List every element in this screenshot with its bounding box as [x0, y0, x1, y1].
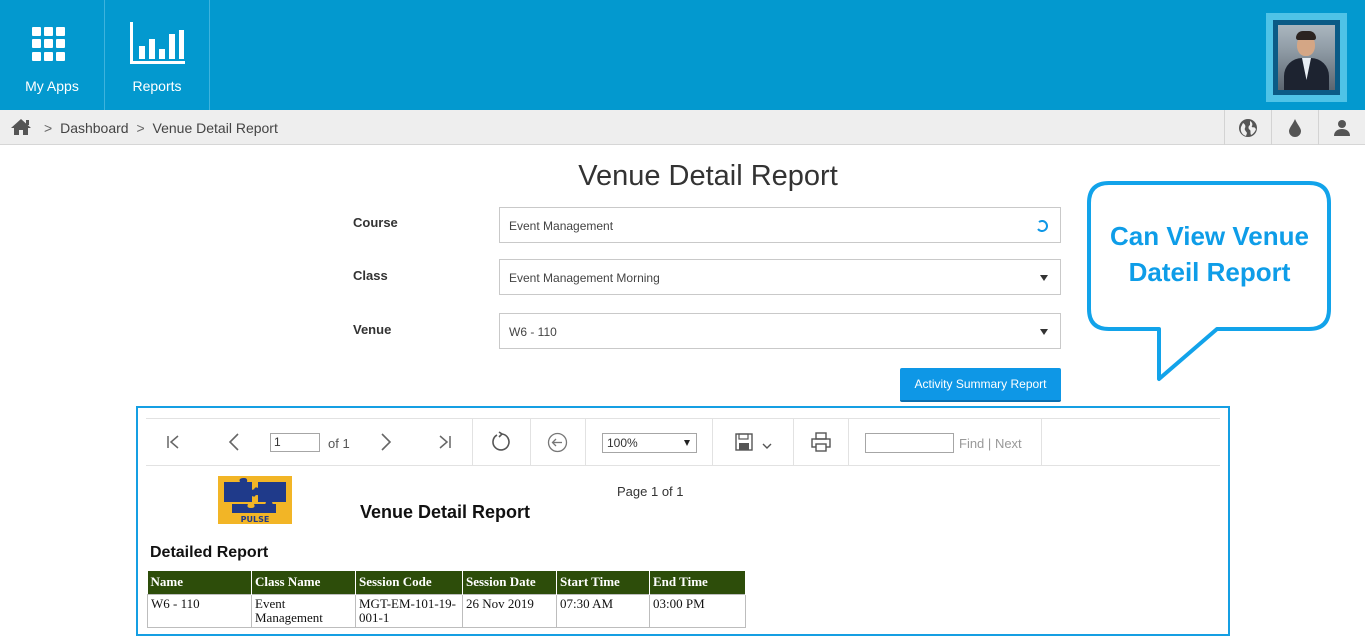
report-section-title: Detailed Report: [150, 544, 269, 561]
class-label: Class: [353, 268, 388, 283]
pulse-logo: PULSE: [218, 476, 292, 524]
my-apps-label: My Apps: [25, 78, 79, 94]
find-input[interactable]: [865, 433, 954, 453]
print-icon[interactable]: [811, 432, 831, 452]
column-header: Class Name: [251, 571, 356, 594]
last-page-icon[interactable]: [436, 435, 452, 449]
breadcrumb: > Dashboard > Venue Detail Report: [40, 120, 278, 136]
zoom-select[interactable]: 100%: [602, 433, 697, 453]
my-apps-button[interactable]: My Apps: [0, 0, 105, 110]
svg-text:PULSE: PULSE: [241, 515, 270, 524]
home-icon[interactable]: [10, 118, 32, 136]
chevron-down-icon: [1040, 329, 1048, 335]
report-toolbar: 1 of 1 100% Find | Next: [146, 418, 1220, 466]
theme-button[interactable]: [1271, 110, 1318, 145]
first-page-icon[interactable]: [166, 435, 182, 449]
top-bar: My Apps Reports: [0, 0, 1365, 110]
back-icon[interactable]: [547, 432, 568, 453]
profile-button[interactable]: [1318, 110, 1365, 145]
reports-button[interactable]: Reports: [105, 0, 210, 110]
chevron-down-icon: [684, 440, 690, 446]
page-number-input[interactable]: 1: [270, 433, 320, 452]
report-viewer: 1 of 1 100% Find | Next PULSE Page 1 of …: [136, 406, 1230, 636]
breadcrumb-bar: > Dashboard > Venue Detail Report: [0, 110, 1365, 145]
table-cell: 07:30 AM: [556, 593, 650, 628]
chevron-down-icon: [1040, 275, 1048, 281]
next-page-icon[interactable]: [380, 433, 392, 451]
report-title: Venue Detail Report: [360, 502, 531, 522]
save-export-icon[interactable]: [735, 433, 773, 453]
column-header: End Time: [649, 571, 746, 594]
callout-line-2: Dateil Report: [1128, 257, 1291, 287]
column-header: Start Time: [556, 571, 650, 594]
activity-summary-report-button[interactable]: Activity Summary Report: [900, 368, 1061, 402]
refresh-icon[interactable]: [491, 431, 513, 453]
page-total: of 1: [328, 436, 350, 451]
class-select[interactable]: Event Management Morning: [499, 259, 1061, 295]
find-button[interactable]: Find: [959, 436, 984, 451]
breadcrumb-separator: >: [136, 120, 145, 136]
report-table: Name Class Name Session Code Session Dat…: [147, 571, 746, 628]
table-cell: 26 Nov 2019: [462, 593, 557, 628]
column-header: Name: [147, 571, 252, 594]
breadcrumb-dashboard[interactable]: Dashboard: [60, 120, 129, 136]
table-cell: W6 - 110: [147, 593, 252, 628]
table-row: W6 - 110 Event Management MGT-EM-101-19-…: [147, 593, 746, 628]
globe-icon: [1239, 118, 1257, 137]
bar-chart-icon: [130, 22, 185, 64]
user-icon: [1334, 119, 1350, 136]
droplet-icon: [1289, 118, 1301, 137]
venue-label: Venue: [353, 322, 392, 337]
zoom-value: 100%: [607, 436, 638, 450]
user-avatar[interactable]: [1266, 13, 1347, 102]
venue-value: W6 - 110: [509, 325, 557, 339]
breadcrumb-current: Venue Detail Report: [152, 120, 278, 136]
find-next-button[interactable]: Next: [995, 436, 1022, 451]
course-value: Event Management: [509, 219, 614, 233]
loading-spinner-icon: [1037, 220, 1048, 232]
callout-line-1: Can View Venue: [1110, 221, 1309, 251]
course-select[interactable]: Event Management: [499, 207, 1061, 243]
venue-select[interactable]: W6 - 110: [499, 313, 1061, 349]
class-value: Event Management Morning: [509, 271, 660, 285]
globe-button[interactable]: [1224, 110, 1271, 145]
table-cell: Event Management: [251, 593, 356, 628]
column-header: Session Date: [462, 571, 557, 594]
reports-label: Reports: [132, 78, 182, 94]
find-separator: |: [987, 436, 992, 451]
callout-text: Can View Venue Dateil Report: [1097, 218, 1322, 290]
page-count: Page 1 of 1: [617, 484, 684, 499]
course-label: Course: [353, 215, 398, 230]
apps-grid-icon: [32, 27, 66, 61]
previous-page-icon[interactable]: [228, 433, 240, 451]
table-cell: MGT-EM-101-19-001-1: [355, 593, 463, 628]
breadcrumb-separator: >: [44, 120, 53, 136]
column-header: Session Code: [355, 571, 463, 594]
table-header-row: Name Class Name Session Code Session Dat…: [147, 571, 746, 594]
table-cell: 03:00 PM: [649, 593, 746, 628]
